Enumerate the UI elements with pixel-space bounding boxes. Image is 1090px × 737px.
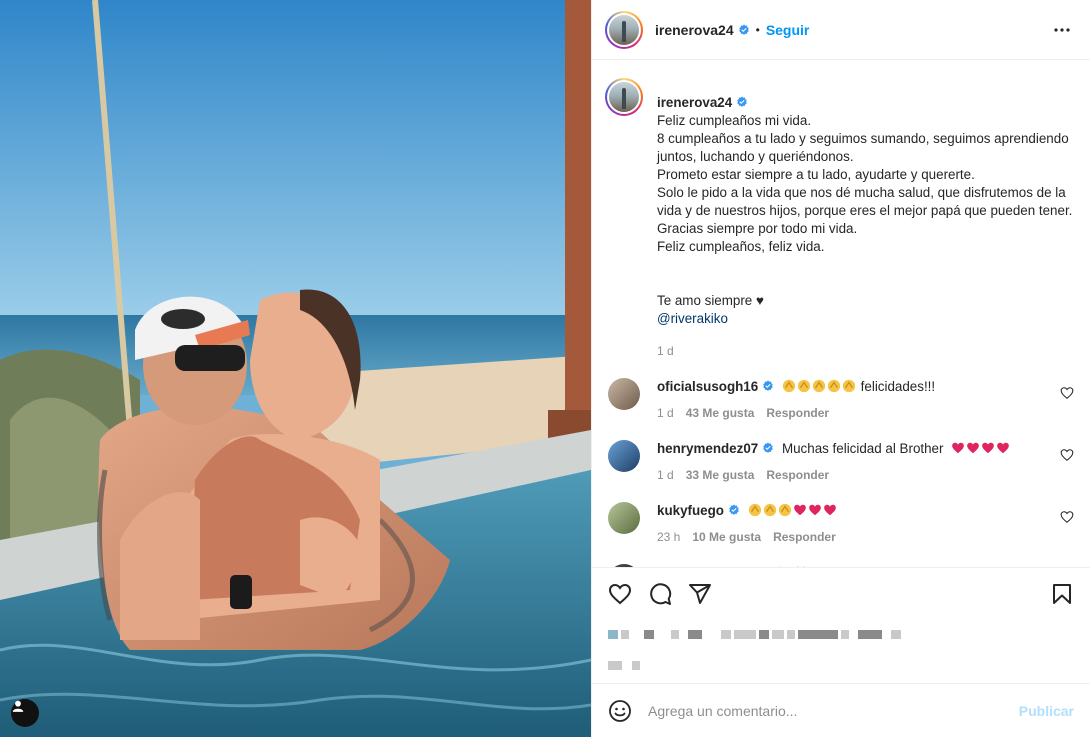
caption-time[interactable]: 1 d: [657, 342, 1074, 360]
author-avatar[interactable]: [605, 10, 643, 49]
user-tag-icon: [12, 700, 24, 712]
comment-likes[interactable]: 43 Me gusta: [686, 404, 755, 422]
comment-emoji-group: [748, 503, 838, 518]
comment-avatar[interactable]: [608, 502, 640, 534]
comment-avatar[interactable]: [608, 440, 640, 472]
likes-summary-pixelated: [592, 619, 1090, 647]
comment-time[interactable]: 23 h: [657, 528, 680, 546]
clap-emoji-icon: [782, 379, 796, 393]
post-photo[interactable]: [0, 0, 591, 737]
separator-dot: •: [755, 22, 760, 37]
heart-emoji-icon: [796, 566, 805, 567]
heart-emoji-icon: [808, 504, 821, 516]
comment-reply-button[interactable]: Responder: [766, 404, 829, 422]
clap-emoji-icon: [827, 379, 841, 393]
comment-like-heart-icon[interactable]: [1060, 510, 1074, 524]
share-icon[interactable]: [688, 582, 712, 606]
comment-item: tuttoduran_oficial: [605, 564, 1074, 567]
verified-icon: [737, 96, 747, 107]
clap-emoji-icon: [763, 503, 776, 517]
comment-time[interactable]: 1 d: [657, 466, 674, 484]
comment-likes[interactable]: 10 Me gusta: [692, 528, 761, 546]
comment-likes[interactable]: 33 Me gusta: [686, 466, 755, 484]
post-header: irenerova24 • Seguir: [592, 0, 1090, 60]
comment-item: henrymendez07 Muchas felicidad al Brothe…: [605, 440, 1074, 484]
clap-emoji-icon: [797, 379, 811, 393]
verified-icon: [763, 380, 774, 391]
heart-emoji-icon: [793, 504, 806, 516]
author-username[interactable]: irenerova24: [655, 22, 734, 38]
clap-emoji-icon: [778, 503, 791, 517]
more-options-button[interactable]: [1050, 18, 1074, 42]
publish-button[interactable]: Publicar: [1019, 703, 1074, 719]
caption-love-text: Te amo siempre ♥: [657, 293, 764, 308]
post-date-pixelated: [592, 647, 1090, 683]
emoji-icon[interactable]: [608, 699, 632, 723]
caption-author-avatar[interactable]: [605, 78, 643, 116]
comment-icon[interactable]: [648, 582, 672, 606]
heart-emoji-icon: [952, 442, 965, 454]
caption-text: Feliz cumpleaños mi vida. 8 cumpleaños a…: [657, 113, 1073, 254]
clap-emoji-icon: [812, 379, 826, 393]
verified-icon: [729, 504, 739, 515]
comment-like-heart-icon[interactable]: [1060, 386, 1074, 400]
post-caption: irenerova24 Feliz cumpleaños mi vida. 8 …: [605, 76, 1074, 360]
comment-username[interactable]: kukyfuego: [657, 503, 724, 518]
comment-emoji-group: [794, 565, 809, 567]
comment-avatar[interactable]: [608, 564, 640, 567]
comments-scroll-area[interactable]: irenerova24 Feliz cumpleaños mi vida. 8 …: [592, 60, 1090, 567]
photo-image: [0, 0, 591, 737]
comment-like-heart-icon[interactable]: [1060, 448, 1074, 462]
verified-icon: [738, 24, 749, 35]
heart-emoji-icon: [997, 442, 1010, 454]
comment-input[interactable]: [648, 702, 1019, 719]
heart-emoji-icon: [823, 504, 836, 516]
comment-text: felicidades!!!: [860, 379, 936, 394]
post-side-panel: irenerova24 • Seguir irenerova24 Feliz c…: [591, 0, 1090, 737]
post-actions-bar: [592, 567, 1090, 619]
follow-button[interactable]: Seguir: [766, 22, 810, 38]
caption-username[interactable]: irenerova24: [657, 95, 732, 110]
comment-emoji-group: [951, 441, 1011, 456]
comment-username[interactable]: tuttoduran_oficial: [657, 565, 770, 567]
heart-icon[interactable]: [608, 582, 632, 606]
more-options-icon: [1054, 27, 1070, 32]
heart-emoji-icon: [967, 442, 980, 454]
add-comment-bar: Publicar: [592, 683, 1090, 737]
verified-icon: [779, 566, 781, 567]
comment-avatar[interactable]: [608, 378, 640, 410]
bookmark-icon[interactable]: [1050, 582, 1074, 606]
caption-mention-link[interactable]: @riverakiko: [657, 311, 728, 326]
comment-reply-button[interactable]: Responder: [766, 466, 829, 484]
comment-emoji-group: [782, 379, 861, 394]
comment-reply-button[interactable]: Responder: [773, 528, 836, 546]
post-modal: irenerova24 • Seguir irenerova24 Feliz c…: [0, 0, 1090, 737]
clap-emoji-icon: [842, 379, 856, 393]
user-tag-button[interactable]: [11, 699, 39, 727]
verified-icon: [763, 442, 774, 453]
comment-username[interactable]: oficialsusogh16: [657, 379, 758, 394]
heart-emoji-icon: [982, 442, 995, 454]
comment-username[interactable]: henrymendez07: [657, 441, 758, 456]
comment-time[interactable]: 1 d: [657, 404, 674, 422]
comment-item: kukyfuego 23 h 10 Me gusta Responder: [605, 502, 1074, 546]
clap-emoji-icon: [748, 503, 761, 517]
comment-item: oficialsusogh16 felicidades!!! 1 d 43 Me…: [605, 378, 1074, 422]
comment-text: Muchas felicidad al Brother: [781, 441, 944, 456]
